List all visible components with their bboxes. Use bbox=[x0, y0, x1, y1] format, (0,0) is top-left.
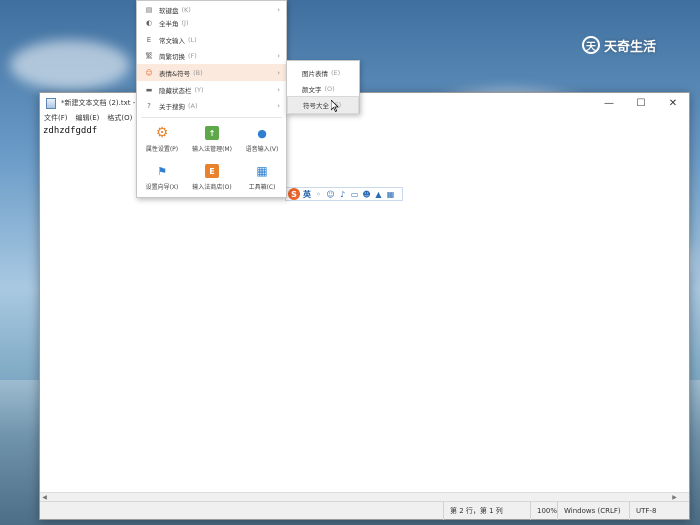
menu-item-label: 全半角 bbox=[159, 19, 179, 28]
menu-item-common-input[interactable]: E 常文输入 (L) bbox=[137, 31, 286, 48]
menu-item-hotkey: (L) bbox=[188, 35, 197, 44]
watermark-logo: 天 bbox=[582, 36, 600, 54]
chevron-right-icon: › bbox=[277, 5, 280, 14]
submenu-item-label: 颜文字 bbox=[302, 86, 322, 94]
tile-label: 工具箱(C) bbox=[248, 184, 276, 191]
user-icon[interactable]: ☻ bbox=[362, 190, 371, 199]
text-icon: E bbox=[146, 35, 152, 44]
emoji-symbols-submenu: 图片表情 (E) 颜文字 (O) 符号大全 (S) bbox=[286, 60, 360, 114]
ime-context-menu: ▤ 软键盘 (K) › ◐ 全半角 (J) E 常文输入 (L) 繁 简繁切换 … bbox=[136, 0, 287, 198]
tile-ime-manager[interactable]: ↑ 输入法管理(M) bbox=[187, 121, 237, 159]
notepad-icon bbox=[46, 97, 56, 109]
menu-item-hide-statusbar[interactable]: ▬ 隐藏状态栏 (Y) › bbox=[137, 81, 286, 98]
menu-edit[interactable]: 编辑(E) bbox=[76, 113, 100, 124]
tile-settings[interactable]: ⚙ 属性设置(P) bbox=[137, 121, 187, 159]
keyboard-icon[interactable]: ▭ bbox=[350, 190, 359, 199]
menu-item-hotkey: (F) bbox=[188, 51, 197, 60]
menu-item-hotkey: (B) bbox=[193, 68, 203, 77]
flag-icon: ⚑ bbox=[157, 164, 167, 178]
menu-divider bbox=[141, 117, 282, 118]
toolbox-icon[interactable]: ▦ bbox=[386, 190, 395, 199]
menu-item-label: 软键盘 bbox=[159, 6, 179, 15]
menu-item-full-half-width[interactable]: ◐ 全半角 (J) bbox=[137, 14, 286, 31]
submenu-item-symbol-collection[interactable]: 符号大全 (S) bbox=[287, 96, 359, 114]
status-bar: 第 2 行，第 1 列 100% Windows (CRLF) UTF-8 bbox=[40, 501, 689, 520]
microphone-icon: ● bbox=[257, 126, 267, 140]
emoji-icon: ☺ bbox=[145, 68, 153, 77]
menu-item-hotkey: (J) bbox=[181, 18, 189, 27]
window-title: *新建文本文档 (2).txt - 记 bbox=[61, 99, 145, 107]
tile-setup-wizard[interactable]: ⚑ 设置向导(X) bbox=[137, 159, 187, 197]
gear-icon: ⚙ bbox=[155, 125, 169, 141]
store-icon: E bbox=[205, 164, 219, 178]
horizontal-scrollbar[interactable]: ◀ ▶ bbox=[40, 492, 689, 501]
upload-icon: ↑ bbox=[205, 126, 219, 140]
line-ending: Windows (CRLF) bbox=[557, 501, 629, 520]
watermark: 天 天奇生活 bbox=[582, 34, 656, 56]
zoom-level: 100% bbox=[530, 501, 557, 520]
submenu-item-hotkey: (E) bbox=[331, 69, 341, 77]
chevron-right-icon: › bbox=[277, 101, 280, 110]
menu-item-label: 简繁切换 bbox=[159, 52, 185, 61]
microphone-icon[interactable]: ♪ bbox=[338, 190, 347, 199]
menu-item-emoji-symbols[interactable]: ☺ 表情&符号 (B) › bbox=[137, 64, 286, 81]
tile-voice-input[interactable]: ● 语音输入(V) bbox=[237, 121, 287, 159]
cursor-position: 第 2 行，第 1 列 bbox=[443, 501, 530, 520]
statusbar-icon: ▬ bbox=[145, 85, 153, 94]
sogou-logo-icon[interactable]: S bbox=[288, 188, 300, 200]
chevron-right-icon: › bbox=[277, 85, 280, 94]
submenu-item-hotkey: (O) bbox=[324, 85, 335, 93]
submenu-item-label: 图片表情 bbox=[302, 70, 328, 78]
chevron-right-icon: › bbox=[277, 51, 280, 60]
menu-item-about[interactable]: ? 关于搜狗 (A) › bbox=[137, 97, 286, 114]
menu-file[interactable]: 文件(F) bbox=[44, 113, 68, 124]
menu-item-hotkey: (A) bbox=[188, 101, 198, 110]
moon-icon: ◐ bbox=[145, 18, 153, 27]
menu-item-hotkey: (K) bbox=[181, 5, 191, 14]
watermark-text: 天奇生活 bbox=[604, 39, 657, 55]
tile-label: 语音输入(V) bbox=[245, 146, 279, 153]
ime-toolbar: S 英 ◦ ☺ ♪ ▭ ☻ ▲ ▦ bbox=[285, 187, 403, 201]
convert-icon: 繁 bbox=[145, 51, 153, 60]
punctuation-icon[interactable]: ◦ bbox=[314, 190, 323, 199]
menu-item-label: 隐藏状态栏 bbox=[159, 86, 192, 95]
close-button[interactable]: ✕ bbox=[657, 93, 689, 113]
tile-toolbox[interactable]: ▦ 工具箱(C) bbox=[237, 159, 287, 197]
menu-item-label: 表情&符号 bbox=[159, 69, 191, 78]
menu-format[interactable]: 格式(O) bbox=[107, 113, 132, 124]
skin-icon[interactable]: ▲ bbox=[374, 190, 383, 199]
help-icon: ? bbox=[147, 101, 151, 110]
menu-item-hotkey: (Y) bbox=[194, 85, 204, 94]
language-toggle[interactable]: 英 bbox=[303, 189, 311, 200]
emoji-icon[interactable]: ☺ bbox=[326, 190, 335, 199]
menu-item-label: 关于搜狗 bbox=[159, 102, 185, 111]
desktop-cloud bbox=[10, 40, 130, 90]
mouse-cursor-icon bbox=[331, 100, 339, 112]
minimize-button[interactable]: — bbox=[593, 93, 625, 113]
grid-icon: ▦ bbox=[256, 164, 268, 178]
tile-label: 输入法管理(M) bbox=[192, 146, 232, 153]
maximize-button[interactable]: ☐ bbox=[625, 93, 657, 113]
menu-item-traditional-simplified[interactable]: 繁 简繁切换 (F) › bbox=[137, 47, 286, 64]
menu-item-label: 常文输入 bbox=[159, 36, 185, 45]
tile-label: 属性设置(P) bbox=[145, 146, 179, 153]
tile-ime-store[interactable]: E 输入法商店(O) bbox=[187, 159, 237, 197]
submenu-item-label: 符号大全 bbox=[303, 102, 329, 110]
encoding: UTF-8 bbox=[629, 501, 689, 520]
menu-bar: 文件(F) 编辑(E) 格式(O) bbox=[40, 113, 132, 124]
tile-label: 设置向导(X) bbox=[145, 184, 179, 191]
chevron-right-icon: › bbox=[277, 68, 280, 77]
window-controls: — ☐ ✕ bbox=[593, 93, 689, 113]
tile-label: 输入法商店(O) bbox=[192, 184, 232, 191]
keyboard-icon: ▤ bbox=[145, 5, 153, 14]
